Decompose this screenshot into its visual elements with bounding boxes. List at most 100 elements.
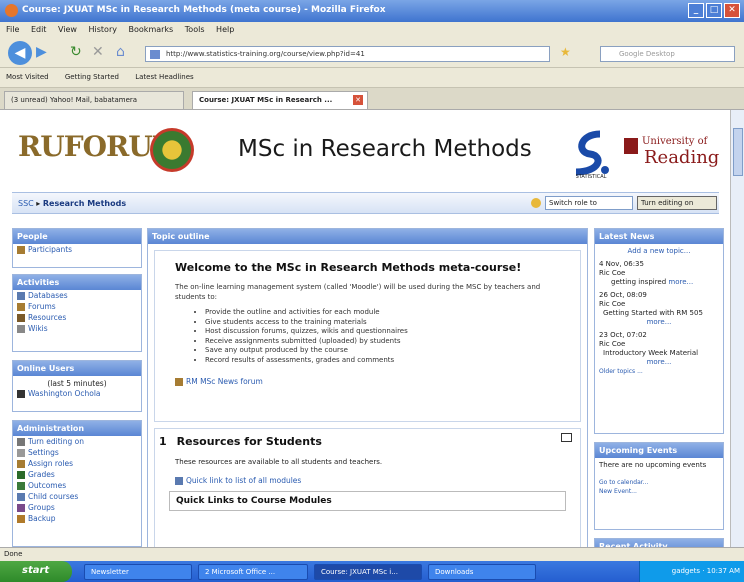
online-user-link[interactable]: Washington Ochola [13, 388, 141, 399]
menu-bookmarks[interactable]: Bookmarks [129, 25, 174, 34]
url-bar[interactable]: http://www.statistics-training.org/cours… [145, 46, 550, 62]
status-text: Done [4, 550, 23, 558]
admin-child-courses-link[interactable]: Child courses [13, 491, 141, 502]
new-event-link[interactable]: New Event... [599, 487, 719, 496]
administration-block: Administration Turn editing on Settings … [12, 420, 142, 547]
quick-link-modules[interactable]: Quick link to list of all modules [175, 476, 580, 485]
menu-edit[interactable]: Edit [31, 25, 47, 34]
vertical-scrollbar[interactable] [730, 110, 744, 547]
people-block-title: People [13, 229, 141, 244]
backup-icon [17, 514, 25, 523]
task-newsletter[interactable]: Newsletter [84, 564, 192, 580]
start-button[interactable]: start [0, 561, 72, 582]
reading-crest-icon [624, 138, 638, 154]
menu-help[interactable]: Help [216, 25, 234, 34]
task-course-window[interactable]: Course: JXUAT MSc i... [314, 564, 422, 580]
status-bar: Done [0, 547, 744, 561]
menu-file[interactable]: File [6, 25, 19, 34]
activities-block-title: Activities [13, 275, 141, 290]
menu-tools[interactable]: Tools [185, 25, 205, 34]
firefox-icon [5, 4, 18, 17]
news-more-link[interactable]: more... [599, 318, 719, 327]
menu-view[interactable]: View [58, 25, 77, 34]
tab-label: (3 unread) Yahoo! Mail, babatamera [11, 96, 138, 104]
admin-settings-link[interactable]: Settings [13, 447, 141, 458]
admin-item-label: Outcomes [28, 481, 67, 490]
resource-icon [17, 313, 25, 322]
admin-grades-link[interactable]: Grades [13, 469, 141, 480]
tab-course[interactable]: Course: JXUAT MSc in Research ... ✕ [192, 91, 368, 109]
resources-label: Resources [28, 313, 67, 322]
section-resources: 1 Resources for Students These resources… [154, 428, 581, 547]
back-icon[interactable]: ◀ [8, 41, 32, 65]
forum-icon [175, 377, 183, 386]
turn-editing-on-button[interactable]: Turn editing on [637, 196, 717, 210]
bookmark-star-icon[interactable]: ★ [560, 45, 571, 59]
tab-yahoo-mail[interactable]: (3 unread) Yahoo! Mail, babatamera [4, 91, 184, 109]
window-title: Course: JXUAT MSc in Research Methods (m… [22, 5, 386, 15]
task-ms-office[interactable]: 2 Microsoft Office ... [198, 564, 308, 580]
search-field[interactable]: Google Desktop [600, 46, 735, 62]
tab-label: Course: JXUAT MSc in Research ... [199, 96, 333, 104]
menu-history[interactable]: History [89, 25, 117, 34]
topic-outline: Topic outline Welcome to the MSc in Rese… [147, 228, 588, 547]
bookmark-latest-headlines[interactable]: Latest Headlines [135, 73, 193, 81]
breadcrumb-root[interactable]: SSC [18, 199, 34, 208]
close-button[interactable]: ✕ [724, 3, 740, 18]
news-more-link[interactable]: more... [599, 358, 719, 367]
task-downloads[interactable]: Downloads [428, 564, 536, 580]
maximize-button[interactable]: □ [706, 3, 722, 18]
wikis-link[interactable]: Wikis [13, 323, 141, 334]
minimize-button[interactable]: _ [688, 3, 704, 18]
news-forum-link[interactable]: RM MSc News forum [175, 377, 580, 386]
ruforum-logo: RUFORUM [18, 130, 183, 170]
forward-icon[interactable]: ▶ [36, 44, 47, 60]
stop-icon[interactable]: ✕ [92, 44, 104, 60]
welcome-bullet: Give students access to the training mat… [205, 318, 580, 328]
welcome-intro: The on-line learning management system (… [175, 283, 541, 301]
admin-turn-editing-link[interactable]: Turn editing on [13, 436, 141, 447]
system-tray: gadgets · 10:37 AM [639, 561, 744, 582]
admin-item-label: Groups [28, 503, 55, 512]
resources-link[interactable]: Resources [13, 312, 141, 323]
databases-link[interactable]: Databases [13, 290, 141, 301]
admin-assign-roles-link[interactable]: Assign roles [13, 458, 141, 469]
page-header: RUFORUM MSc in Research Methods STATISTI… [0, 110, 730, 192]
settings-icon [17, 448, 25, 457]
link-icon [175, 476, 183, 485]
scrollbar-thumb[interactable] [733, 128, 743, 176]
news-more-link[interactable]: more... [668, 278, 693, 286]
add-topic-link[interactable]: Add a new topic... [599, 247, 719, 256]
outcomes-icon [17, 481, 25, 490]
tray-gadgets[interactable]: gadgets [672, 567, 700, 575]
participants-link[interactable]: Participants [13, 244, 141, 255]
bookmark-getting-started[interactable]: Getting Started [65, 73, 119, 81]
help-icon[interactable] [531, 198, 541, 208]
wiki-icon [17, 324, 25, 333]
forums-link[interactable]: Forums [13, 301, 141, 312]
upcoming-events-block: Upcoming Events There are no upcoming ev… [594, 442, 724, 530]
show-section-icon[interactable] [561, 433, 572, 442]
online-user-name: Washington Ochola [28, 389, 101, 398]
online-users-block-title: Online Users [13, 361, 141, 376]
admin-backup-link[interactable]: Backup [13, 513, 141, 524]
switch-role-select[interactable]: Switch role to [545, 196, 633, 210]
news-date: 23 Oct, 07:02 [599, 331, 647, 339]
menu-bar: File Edit View History Bookmarks Tools H… [0, 22, 744, 38]
older-topics-link[interactable]: Older topics ... [599, 367, 719, 376]
bookmark-most-visited[interactable]: Most Visited [6, 73, 49, 81]
page-content: RUFORUM MSc in Research Methods STATISTI… [0, 110, 730, 547]
admin-groups-link[interactable]: Groups [13, 502, 141, 513]
activities-block: Activities Databases Forums Resources Wi… [12, 274, 142, 352]
user-icon [17, 389, 25, 398]
university-line1: University of [642, 136, 708, 147]
clock: 10:37 AM [706, 567, 740, 575]
admin-outcomes-link[interactable]: Outcomes [13, 480, 141, 491]
home-icon[interactable]: ⌂ [116, 44, 125, 60]
admin-item-label: Child courses [28, 492, 79, 501]
admin-item-label: Backup [28, 514, 56, 523]
calendar-link[interactable]: Go to calendar... [599, 478, 719, 487]
close-tab-icon[interactable]: ✕ [353, 95, 363, 105]
reload-icon[interactable]: ↻ [70, 44, 82, 60]
url-text: http://www.statistics-training.org/cours… [166, 50, 365, 58]
